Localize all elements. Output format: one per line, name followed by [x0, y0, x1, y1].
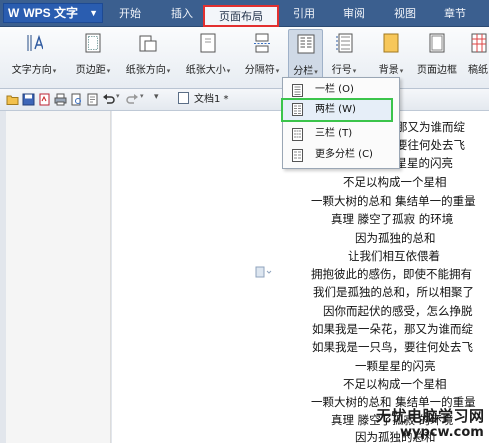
text-line: 要往何处去飞: [396, 138, 465, 152]
manuscript-paper-button[interactable]: 稿纸: [468, 29, 489, 85]
ribbon-toolbar: 文字方向▾ 页边距▾ 纸张方向▾ 纸张大小▾ 分隔符▾ 分栏▾ 行号▾ 背景▾ …: [0, 27, 489, 89]
app-name: WPS 文字: [23, 6, 78, 20]
line-numbers-label: 行号: [331, 65, 352, 76]
background-icon: [383, 33, 399, 53]
text-line: 真理 滕空了孤寂 的环境: [331, 212, 454, 226]
watermark-url: wypcw.com: [400, 425, 484, 440]
orientation-button[interactable]: 纸张方向▾: [119, 29, 177, 85]
menu-item-label: 两栏 (W): [315, 104, 356, 115]
site-watermark: 无忧电脑学习网 wypcw.com: [376, 405, 489, 443]
orientation-icon: [139, 35, 157, 52]
orientation-label: 纸张方向: [125, 65, 166, 76]
two-columns-icon: [292, 103, 303, 116]
watermark-title: 无忧电脑学习网: [376, 407, 485, 425]
tab-review[interactable]: 审阅: [336, 0, 372, 27]
print-preview-icon[interactable]: [70, 93, 83, 106]
undo-icon[interactable]: [102, 93, 115, 106]
one-column-icon: [292, 84, 303, 97]
line-numbers-icon: [336, 33, 353, 53]
menu-item-one-column[interactable]: 一栏 (O): [285, 80, 397, 100]
breaks-label: 分隔符: [244, 65, 275, 76]
quick-access-toolbar: ▾ ▾ ▾ 文档1 *: [0, 89, 489, 111]
save-icon[interactable]: [22, 93, 35, 106]
text-line: 如果我是一朵花，那又为谁而绽: [312, 322, 473, 336]
menu-bar: W WPS 文字 ▼ 开始 插入 页面布局 引用 审阅 视图 章节: [0, 0, 489, 27]
paper-size-label: 纸张大小: [185, 65, 226, 76]
tab-references[interactable]: 引用: [286, 0, 322, 27]
menu-item-three-columns[interactable]: 三栏 (T): [285, 124, 397, 144]
text-line: 让我们相互依偎着: [348, 249, 440, 263]
export-pdf-icon[interactable]: [38, 93, 51, 106]
page-preview-icon[interactable]: [86, 93, 99, 106]
columns-label: 分栏: [293, 66, 314, 77]
tab-home[interactable]: 开始: [112, 0, 148, 27]
menu-item-label: 一栏 (O): [315, 84, 354, 95]
breaks-button[interactable]: 分隔符▾: [238, 29, 286, 85]
print-icon[interactable]: [54, 93, 67, 106]
margins-label: 页边距: [75, 65, 106, 76]
breaks-icon: [254, 33, 270, 53]
margins-icon: [85, 33, 101, 53]
paragraph-handle-icon[interactable]: [255, 266, 273, 278]
text-direction-icon: [27, 34, 43, 51]
text-line: 因你而起伏的感受，怎么挣脱: [323, 304, 473, 318]
chevron-down-icon: ▼: [89, 8, 98, 18]
tab-chapter[interactable]: 章节: [437, 0, 473, 27]
tab-view[interactable]: 视图: [387, 0, 423, 27]
text-line: 如果我是一只鸟，要往何处去飞: [312, 340, 473, 354]
open-folder-icon[interactable]: [6, 93, 19, 106]
app-menu-button[interactable]: W WPS 文字 ▼: [3, 3, 103, 23]
text-line: 拥抱彼此的感伤，即使不能拥有: [311, 267, 472, 281]
text-line: 一颗星星的闪亮: [355, 359, 436, 373]
text-line: 我们是孤独的总和，所以相聚了: [313, 285, 474, 299]
text-direction-label: 文字方向: [11, 65, 52, 76]
menu-item-more-columns[interactable]: 更多分栏 (C): [285, 145, 397, 165]
text-direction-button[interactable]: 文字方向▾: [3, 29, 65, 85]
manuscript-paper-icon: [471, 33, 486, 53]
customize-toolbar-icon[interactable]: ▾: [154, 92, 167, 105]
three-columns-icon: [292, 128, 303, 141]
text-line: 不足以构成一个星相: [343, 377, 447, 391]
manuscript-paper-label: 稿纸: [468, 65, 488, 76]
page-border-button[interactable]: 页面边框: [412, 29, 462, 85]
text-line: 一颗大树的总和 集结单一的重量: [311, 194, 476, 208]
columns-icon: [297, 34, 314, 54]
document-tab-title: 文档1 *: [194, 94, 229, 105]
text-line: 因为孤独的总和: [355, 231, 436, 245]
text-line: 那又为谁而绽: [396, 120, 465, 134]
redo-icon[interactable]: [126, 93, 139, 106]
tab-page-layout[interactable]: 页面布局: [203, 5, 279, 27]
margins-button[interactable]: 页边距▾: [68, 29, 118, 85]
paper-size-icon: [200, 33, 216, 53]
text-line: 不足以构成一个星相: [343, 175, 447, 189]
menu-item-label: 三栏 (T): [315, 128, 353, 139]
wps-logo-icon: W: [8, 6, 20, 20]
page-border-label: 页面边框: [417, 65, 457, 76]
page-border-icon: [429, 33, 445, 53]
menu-item-label: 更多分栏 (C): [315, 149, 373, 160]
left-panel: [6, 111, 111, 443]
menu-item-two-columns[interactable]: 两栏 (W): [281, 98, 393, 122]
more-columns-icon: [292, 149, 303, 162]
document-icon: [178, 92, 189, 104]
redo-dropdown-icon[interactable]: ▾: [140, 92, 153, 105]
background-label: 背景: [378, 65, 399, 76]
paper-size-button[interactable]: 纸张大小▾: [178, 29, 238, 85]
document-tab[interactable]: 文档1 *: [178, 92, 229, 109]
columns-dropdown-menu: 一栏 (O) 两栏 (W) 三栏 (T) 更多分栏 (C): [281, 77, 400, 169]
tab-insert[interactable]: 插入: [164, 0, 200, 27]
